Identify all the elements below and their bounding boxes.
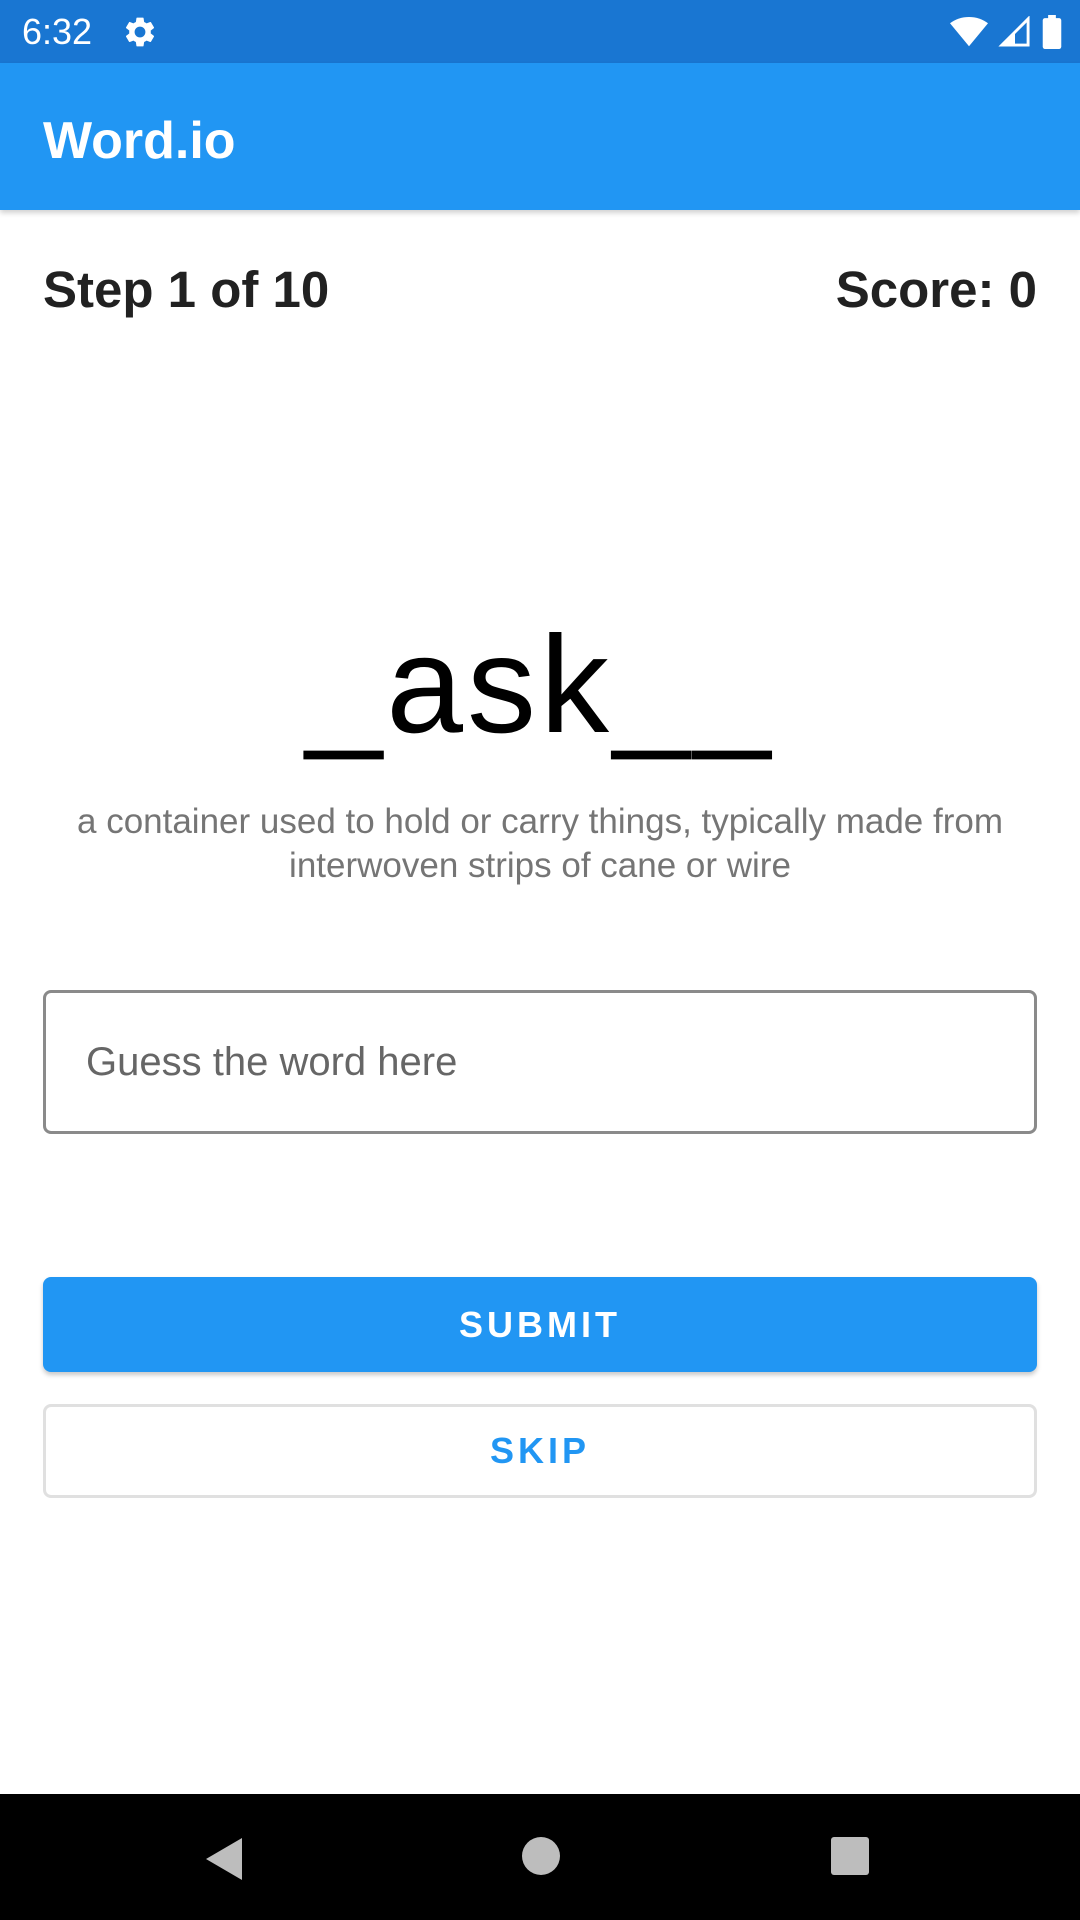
step-counter: Step 1 of 10 — [43, 261, 330, 318]
home-icon[interactable] — [521, 1836, 561, 1876]
navigation-bar — [0, 1794, 1080, 1920]
guess-input[interactable] — [43, 990, 1037, 1134]
submit-button[interactable]: SUBMIT — [43, 1277, 1037, 1372]
app-title: Word.io — [43, 112, 236, 170]
battery-icon — [1042, 15, 1062, 49]
score-counter: Score: 0 — [835, 261, 1037, 318]
word-puzzle: _ask__ — [305, 608, 775, 762]
status-icons — [950, 12, 1062, 52]
skip-button[interactable]: SKIP — [43, 1404, 1037, 1498]
screen: 6:32 Word.io Step 1 of 10 Score: 0 _ask_… — [0, 0, 1080, 1920]
recents-icon[interactable] — [830, 1836, 870, 1876]
status-bar: 6:32 — [0, 0, 1080, 63]
status-time: 6:32 — [22, 11, 93, 52]
word-hint: a container used to hold or carry things… — [77, 802, 1003, 885]
wifi-icon — [950, 16, 988, 47]
gear-icon — [125, 17, 155, 47]
back-icon[interactable] — [204, 1836, 244, 1882]
cellular-signal-icon — [998, 16, 1030, 47]
app-bar: Word.io — [0, 63, 1080, 210]
